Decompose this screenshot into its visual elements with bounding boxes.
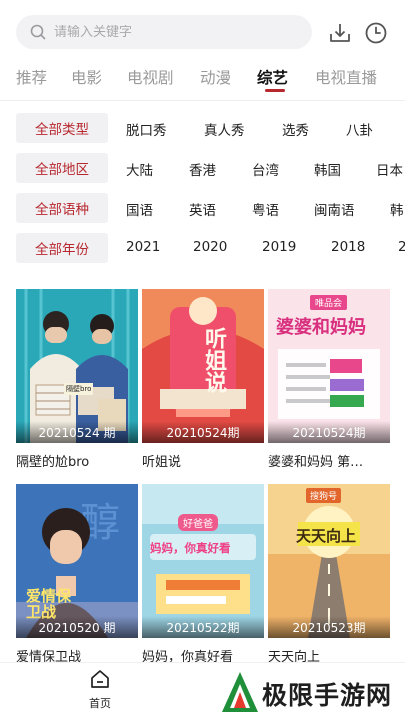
filter-row-language: 全部语种 国语 英语 粤语 闽南语 韩 — [0, 193, 405, 225]
filter-option[interactable]: 八卦 — [346, 119, 373, 139]
poster-image: 醇 爱情保卫战 20210520 期 — [16, 484, 138, 638]
watermark-logo-icon — [222, 672, 258, 712]
download-icon[interactable] — [327, 20, 353, 46]
poster-image: 唯品会 婆婆和妈妈 20210524期 — [268, 289, 390, 443]
show-title: 听姐说 — [142, 455, 182, 470]
active-tab-indicator — [265, 89, 285, 92]
filter-all-type[interactable]: 全部类型 — [16, 113, 108, 143]
filter-option[interactable]: 2018 — [331, 239, 365, 255]
history-clock-icon[interactable] — [363, 20, 389, 46]
episode-date: 20210524 期 — [16, 421, 138, 443]
filter-option[interactable]: 台湾 — [252, 159, 279, 179]
poster-sign-text: 隔壁bro — [64, 383, 94, 395]
filter-row-type: 全部类型 脱口秀 真人秀 选秀 八卦 — [0, 113, 405, 145]
poster-big-title: 妈妈，你真好看 — [150, 541, 231, 555]
episode-date: 20210523期 — [268, 616, 390, 638]
filter-option[interactable]: 脱口秀 — [126, 119, 167, 139]
nav-home-label: 首页 — [89, 697, 111, 710]
filter-option[interactable]: 选秀 — [282, 119, 309, 139]
filter-option[interactable]: 韩国 — [314, 159, 341, 179]
tab-anime[interactable]: 动漫 — [200, 66, 231, 88]
search-bar[interactable] — [16, 15, 312, 49]
filter-row-region: 全部地区 大陆 香港 台湾 韩国 日本 — [0, 153, 405, 185]
filter-all-region[interactable]: 全部地区 — [16, 153, 108, 183]
nav-home[interactable]: 首页 — [80, 669, 120, 711]
filter-option[interactable]: 大陆 — [126, 159, 153, 179]
brand-badge: 好爸爸 — [178, 514, 218, 531]
poster-image: 好爸爸 妈妈，你真好看 20210522期 — [142, 484, 264, 638]
episode-date: 20210524期 — [142, 421, 264, 443]
filter-option[interactable]: 香港 — [189, 159, 216, 179]
brand-badge: 唯品会 — [310, 295, 348, 310]
tab-movie[interactable]: 电影 — [71, 66, 102, 88]
poster-image: 搜狗号 天天向上 20210523期 — [268, 484, 390, 638]
poster-image: 隔壁bro 20210524 期 — [16, 289, 138, 443]
filter-option[interactable]: 韩 — [390, 199, 404, 219]
search-input[interactable] — [54, 24, 274, 40]
filter-option[interactable]: 粤语 — [252, 199, 279, 219]
tab-variety[interactable]: 综艺 — [257, 66, 288, 88]
filter-row-year: 全部年份 2021 2020 2019 2018 2 — [0, 233, 405, 265]
filter-all-year[interactable]: 全部年份 — [16, 233, 108, 263]
filter-option[interactable]: 2020 — [193, 239, 227, 255]
poster-big-title: 天天向上 — [296, 527, 357, 545]
divider — [0, 100, 405, 101]
episode-date: 20210524期 — [268, 421, 390, 443]
filter-option[interactable]: 真人秀 — [204, 119, 245, 139]
top-bar — [0, 0, 405, 62]
show-title: 隔壁的尬bro — [16, 455, 90, 470]
watermark: 极限手游网 — [218, 668, 405, 718]
poster-big-title: 听姐说 — [201, 327, 226, 393]
tab-tv-live[interactable]: 电视直播 — [315, 66, 377, 88]
filter-option[interactable]: 2019 — [262, 239, 296, 255]
filter-all-language[interactable]: 全部语种 — [16, 193, 108, 223]
watermark-text: 极限手游网 — [262, 681, 393, 710]
poster-image: 听姐说 20210524期 — [142, 289, 264, 443]
filter-option[interactable]: 闽南语 — [314, 199, 355, 219]
brand-badge: 搜狗号 — [306, 488, 342, 503]
search-icon — [30, 24, 46, 40]
filter-option[interactable]: 英语 — [189, 199, 216, 219]
category-tabs: 推荐 电影 电视剧 动漫 综艺 电视直播 — [0, 62, 405, 96]
filter-option[interactable]: 国语 — [126, 199, 153, 219]
filter-option[interactable]: 2021 — [126, 239, 160, 255]
tab-tv-series[interactable]: 电视剧 — [127, 66, 174, 88]
filter-option[interactable]: 2 — [398, 239, 405, 255]
tab-recommend[interactable]: 推荐 — [16, 66, 47, 88]
filter-option[interactable]: 日本 — [376, 159, 403, 179]
episode-date: 20210522期 — [142, 616, 264, 638]
show-title: 婆婆和妈妈 第… — [268, 455, 364, 470]
episode-date: 20210520 期 — [16, 616, 138, 638]
poster-big-title: 婆婆和妈妈 — [276, 317, 366, 338]
home-icon — [91, 670, 109, 688]
